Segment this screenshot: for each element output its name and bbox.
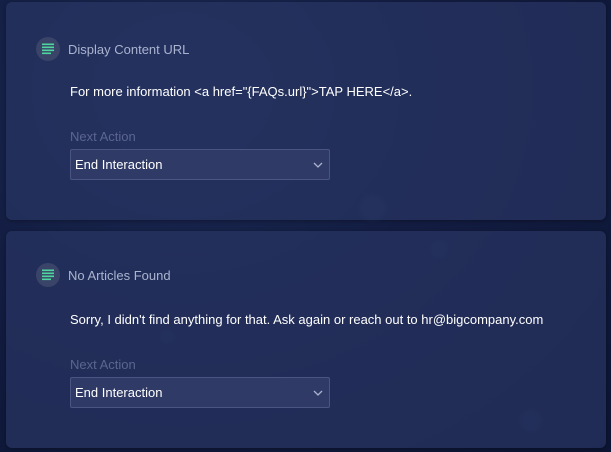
message-card-display-content-url: Display Content URL For more information… <box>6 2 606 220</box>
card-header: Display Content URL <box>36 37 189 61</box>
next-action-select[interactable]: End Interaction <box>70 377 330 408</box>
message-card-no-articles-found: No Articles Found Sorry, I didn't find a… <box>6 231 606 448</box>
message-text: Sorry, I didn't find anything for that. … <box>70 312 544 327</box>
next-action-value: End Interaction <box>75 157 163 172</box>
chevron-down-icon <box>313 160 323 170</box>
list-lines-icon <box>36 263 60 287</box>
list-lines-icon <box>36 37 60 61</box>
next-action-label: Next Action <box>70 129 136 144</box>
card-title: No Articles Found <box>68 267 171 283</box>
chevron-down-icon <box>313 388 323 398</box>
next-action-value: End Interaction <box>75 385 163 400</box>
message-text: For more information <a href="{FAQs.url}… <box>70 84 413 99</box>
next-action-select[interactable]: End Interaction <box>70 149 330 180</box>
card-header: No Articles Found <box>36 263 171 287</box>
card-title: Display Content URL <box>68 41 190 57</box>
next-action-label: Next Action <box>70 357 136 372</box>
